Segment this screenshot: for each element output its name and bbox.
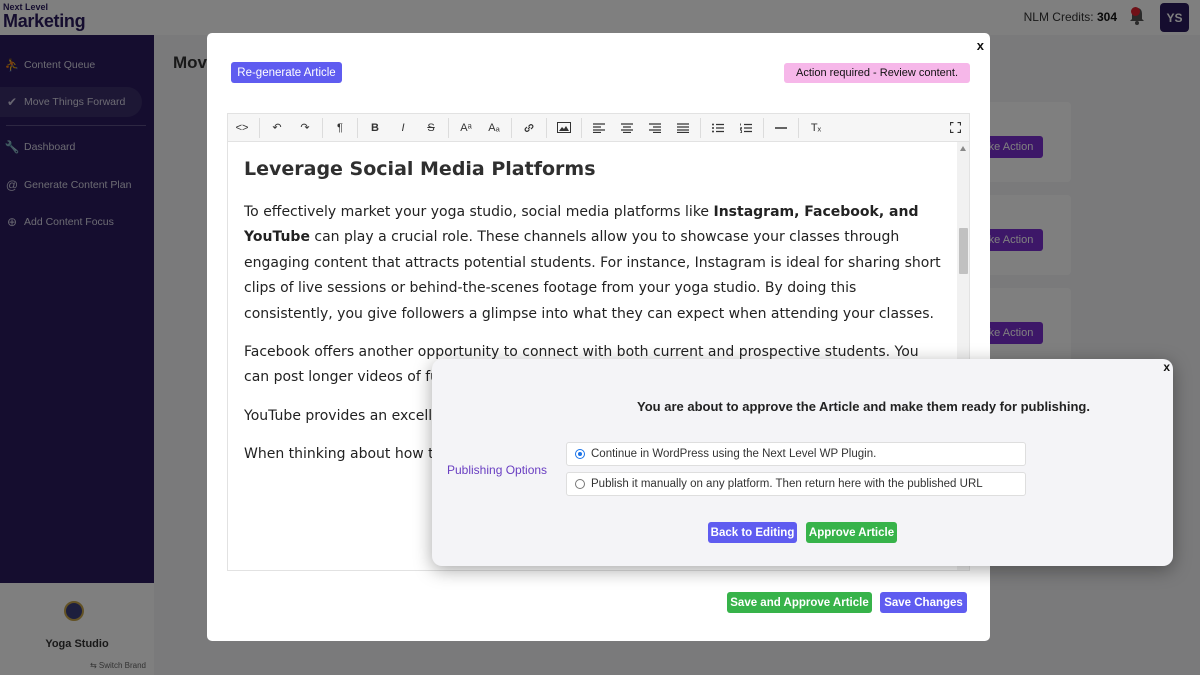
toolbar-separator — [357, 117, 358, 138]
superscript-icon[interactable]: Aᵃ — [452, 114, 480, 142]
regenerate-article-button[interactable]: Re-generate Article — [231, 62, 342, 83]
align-center-icon[interactable] — [613, 114, 641, 142]
bold-icon[interactable]: B — [361, 114, 389, 142]
status-badge: Action required - Review content. — [784, 63, 970, 83]
toolbar-separator — [763, 117, 764, 138]
article-paragraph[interactable]: To effectively market your yoga studio, … — [244, 200, 946, 327]
bullet-list-icon[interactable] — [704, 114, 732, 142]
horizontal-rule-icon[interactable] — [767, 114, 795, 142]
option-label: Publish it manually on any platform. The… — [591, 478, 983, 490]
align-left-icon[interactable] — [585, 114, 613, 142]
close-icon[interactable]: x — [1163, 360, 1170, 374]
toolbar-separator — [700, 117, 701, 138]
clear-format-icon[interactable]: Tₓ — [802, 114, 830, 142]
scroll-thumb[interactable] — [959, 228, 968, 274]
publish-option-wordpress[interactable]: Continue in WordPress using the Next Lev… — [566, 442, 1026, 466]
toolbar-separator — [798, 117, 799, 138]
toolbar-separator — [546, 117, 547, 138]
toolbar-separator — [322, 117, 323, 138]
article-heading[interactable]: Leverage Social Media Platforms — [244, 154, 946, 184]
numbered-list-icon[interactable] — [732, 114, 760, 142]
strikethrough-icon[interactable]: S — [417, 114, 445, 142]
code-view-icon[interactable]: <> — [228, 114, 256, 142]
toolbar-separator — [448, 117, 449, 138]
scroll-up-arrow-icon[interactable] — [960, 146, 966, 151]
toolbar-separator — [511, 117, 512, 138]
dialog-title: You are about to approve the Article and… — [637, 399, 1090, 414]
option-label: Continue in WordPress using the Next Lev… — [591, 448, 877, 460]
approve-article-button[interactable]: Approve Article — [806, 522, 897, 543]
close-icon[interactable]: x — [977, 38, 984, 53]
publishing-options-label: Publishing Options — [447, 463, 548, 477]
publish-option-manual[interactable]: Publish it manually on any platform. The… — [566, 472, 1026, 496]
italic-icon[interactable]: I — [389, 114, 417, 142]
approve-confirmation-dialog: x You are about to approve the Article a… — [432, 359, 1173, 566]
paragraph-format-icon[interactable]: ¶ — [326, 114, 354, 142]
toolbar-separator — [581, 117, 582, 138]
paragraph-text: can play a crucial role. These channels … — [244, 229, 941, 322]
fullscreen-icon[interactable] — [941, 114, 969, 142]
undo-icon[interactable]: ↶ — [263, 114, 291, 142]
save-and-approve-button[interactable]: Save and Approve Article — [727, 592, 872, 613]
link-icon[interactable] — [515, 114, 543, 142]
back-to-editing-button[interactable]: Back to Editing — [708, 522, 797, 543]
toolbar-separator — [259, 117, 260, 138]
paragraph-text: To effectively market your yoga studio, … — [244, 204, 714, 220]
editor-toolbar: <> ↶ ↷ ¶ B I S Aᵃ Aₐ Tₓ — [227, 113, 970, 141]
align-right-icon[interactable] — [641, 114, 669, 142]
align-justify-icon[interactable] — [669, 114, 697, 142]
subscript-icon[interactable]: Aₐ — [480, 114, 508, 142]
radio-button[interactable] — [575, 479, 585, 489]
redo-icon[interactable]: ↷ — [291, 114, 319, 142]
image-icon[interactable] — [550, 114, 578, 142]
save-changes-button[interactable]: Save Changes — [880, 592, 967, 613]
radio-button-checked[interactable] — [575, 449, 585, 459]
